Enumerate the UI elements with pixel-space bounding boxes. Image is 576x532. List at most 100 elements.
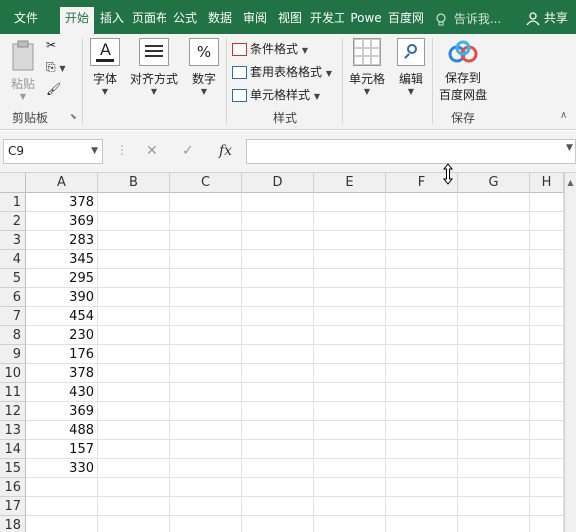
cell-c9[interactable] — [170, 345, 242, 364]
cell-h6[interactable] — [530, 288, 564, 307]
cell-c5[interactable] — [170, 269, 242, 288]
cell-f10[interactable] — [386, 364, 458, 383]
cell-f8[interactable] — [386, 326, 458, 345]
cell-e14[interactable] — [314, 440, 386, 459]
column-header-a[interactable]: A — [26, 173, 98, 193]
cell-f17[interactable] — [386, 497, 458, 516]
number-button[interactable]: % 数字 ▼ — [186, 38, 222, 96]
cell-h10[interactable] — [530, 364, 564, 383]
cell-a16[interactable] — [26, 478, 98, 497]
cell-c17[interactable] — [170, 497, 242, 516]
cell-e17[interactable] — [314, 497, 386, 516]
cell-e11[interactable] — [314, 383, 386, 402]
cell-c18[interactable] — [170, 516, 242, 532]
cell-b8[interactable] — [98, 326, 170, 345]
cell-g18[interactable] — [458, 516, 530, 532]
cell-h17[interactable] — [530, 497, 564, 516]
cell-e5[interactable] — [314, 269, 386, 288]
cell-g3[interactable] — [458, 231, 530, 250]
cell-d5[interactable] — [242, 269, 314, 288]
cell-a11[interactable]: 430 — [26, 383, 98, 402]
cell-b13[interactable] — [98, 421, 170, 440]
cell-h8[interactable] — [530, 326, 564, 345]
cell-e12[interactable] — [314, 402, 386, 421]
cell-d4[interactable] — [242, 250, 314, 269]
table-format-button[interactable]: 套用表格格式 ▼ — [232, 63, 332, 80]
cut-icon[interactable]: ✂ — [46, 38, 56, 52]
row-header[interactable]: 8 — [0, 326, 26, 345]
cell-b4[interactable] — [98, 250, 170, 269]
cell-d8[interactable] — [242, 326, 314, 345]
cells-button[interactable]: 单元格 ▼ — [346, 38, 388, 96]
cell-f9[interactable] — [386, 345, 458, 364]
cell-a9[interactable]: 176 — [26, 345, 98, 364]
cell-b17[interactable] — [98, 497, 170, 516]
row-header[interactable]: 6 — [0, 288, 26, 307]
cell-a8[interactable]: 230 — [26, 326, 98, 345]
cell-h1[interactable] — [530, 193, 564, 212]
tab-home[interactable]: 开始 — [60, 7, 94, 34]
cell-c15[interactable] — [170, 459, 242, 478]
cell-g12[interactable] — [458, 402, 530, 421]
cell-h9[interactable] — [530, 345, 564, 364]
cell-d10[interactable] — [242, 364, 314, 383]
cell-d3[interactable] — [242, 231, 314, 250]
cell-d13[interactable] — [242, 421, 314, 440]
cell-a18[interactable] — [26, 516, 98, 532]
cell-a14[interactable]: 157 — [26, 440, 98, 459]
editing-button[interactable]: 编辑 ▼ — [392, 38, 430, 96]
cell-c7[interactable] — [170, 307, 242, 326]
alignment-button[interactable]: 对齐方式 ▼ — [128, 38, 180, 96]
cell-d14[interactable] — [242, 440, 314, 459]
cell-f16[interactable] — [386, 478, 458, 497]
cell-f12[interactable] — [386, 402, 458, 421]
row-header[interactable]: 14 — [0, 440, 26, 459]
cell-f13[interactable] — [386, 421, 458, 440]
cell-d18[interactable] — [242, 516, 314, 532]
cell-d2[interactable] — [242, 212, 314, 231]
expand-formula-icon[interactable]: ▼ — [566, 143, 573, 153]
cell-c16[interactable] — [170, 478, 242, 497]
cell-b11[interactable] — [98, 383, 170, 402]
cell-e8[interactable] — [314, 326, 386, 345]
chevron-down-icon[interactable]: ▼ — [91, 140, 98, 163]
cell-g8[interactable] — [458, 326, 530, 345]
cell-b9[interactable] — [98, 345, 170, 364]
cell-d15[interactable] — [242, 459, 314, 478]
cell-f5[interactable] — [386, 269, 458, 288]
cell-f1[interactable] — [386, 193, 458, 212]
cell-a6[interactable]: 390 — [26, 288, 98, 307]
cell-b1[interactable] — [98, 193, 170, 212]
dialog-launcher-icon[interactable]: ⬊ — [70, 112, 77, 121]
cell-b2[interactable] — [98, 212, 170, 231]
cell-d1[interactable] — [242, 193, 314, 212]
cell-g16[interactable] — [458, 478, 530, 497]
formula-input[interactable] — [246, 139, 576, 164]
conditional-format-button[interactable]: 条件格式 ▼ — [232, 40, 308, 57]
cancel-icon[interactable]: ✕ — [146, 143, 158, 159]
copy-icon[interactable]: ⎘ ▼ — [46, 60, 66, 75]
scroll-up-icon[interactable]: ▲ — [565, 178, 576, 187]
name-box[interactable]: C9 ▼ — [3, 139, 103, 164]
tab-review[interactable]: 审阅 — [240, 8, 270, 30]
vertical-scrollbar[interactable]: ▲ — [564, 173, 576, 532]
cell-d7[interactable] — [242, 307, 314, 326]
cell-f11[interactable] — [386, 383, 458, 402]
row-header[interactable]: 10 — [0, 364, 26, 383]
tab-developer[interactable]: 开发工 — [310, 8, 344, 30]
cell-h5[interactable] — [530, 269, 564, 288]
cell-a17[interactable] — [26, 497, 98, 516]
row-header[interactable]: 15 — [0, 459, 26, 478]
cell-h11[interactable] — [530, 383, 564, 402]
tab-data[interactable]: 数据 — [204, 8, 236, 30]
cell-g9[interactable] — [458, 345, 530, 364]
cell-style-button[interactable]: 单元格样式 ▼ — [232, 86, 320, 103]
cell-h16[interactable] — [530, 478, 564, 497]
tab-formulas[interactable]: 公式 — [170, 8, 200, 30]
cell-c6[interactable] — [170, 288, 242, 307]
cell-h3[interactable] — [530, 231, 564, 250]
cell-f7[interactable] — [386, 307, 458, 326]
share-button[interactable]: 共享 — [526, 9, 568, 26]
cell-b14[interactable] — [98, 440, 170, 459]
column-header-h[interactable]: H — [530, 173, 564, 193]
